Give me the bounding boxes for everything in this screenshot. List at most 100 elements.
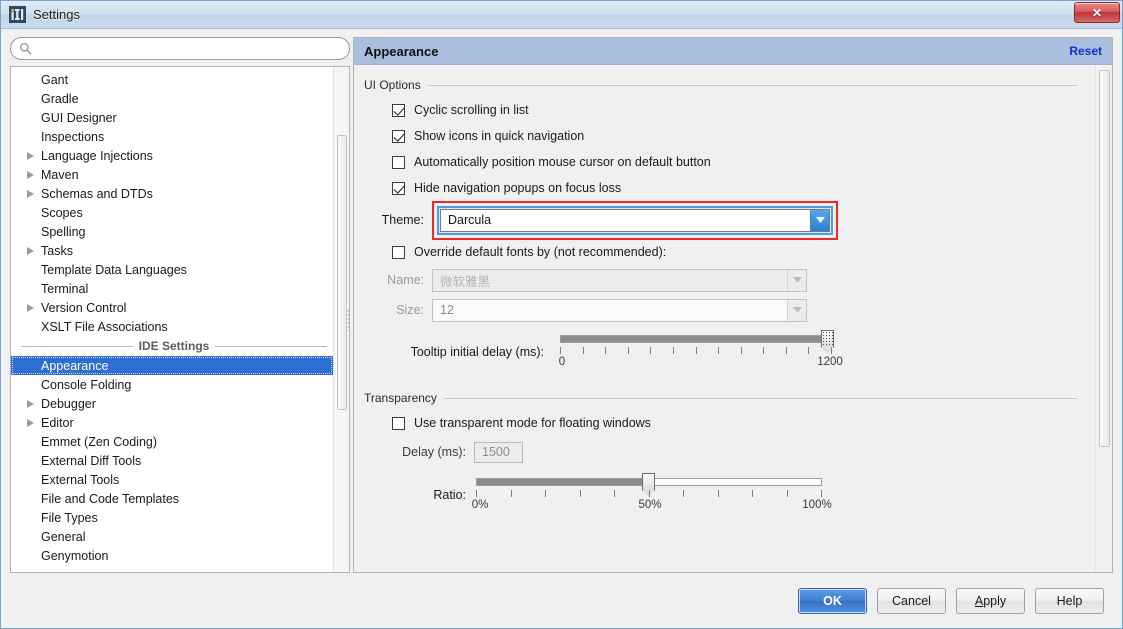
- slider-tick: [752, 490, 753, 497]
- sidebar-item-emmet-zen-coding[interactable]: Emmet (Zen Coding): [11, 432, 333, 451]
- sidebar-item-label: XSLT File Associations: [38, 320, 168, 334]
- sidebar-item-scopes[interactable]: Scopes: [11, 203, 333, 222]
- pane-splitter[interactable]: [345, 66, 352, 573]
- checkbox-hide-nav-popups[interactable]: [392, 182, 405, 195]
- checkbox-row-transparent-mode[interactable]: Use transparent mode for floating window…: [364, 410, 1095, 436]
- dialog-content: Gant Gradle GUI Designer Inspections Languag…: [1, 29, 1122, 628]
- ok-button[interactable]: OK: [798, 588, 867, 614]
- sidebar-item-version-control[interactable]: Version Control: [11, 298, 333, 317]
- settings-navigation-pane: Gant Gradle GUI Designer Inspections Languag…: [10, 37, 350, 573]
- checkbox-row-cyclic-scrolling[interactable]: Cyclic scrolling in list: [364, 97, 1095, 123]
- page-title: Appearance: [364, 44, 438, 59]
- sidebar-item-label: Schemas and DTDs: [38, 187, 153, 201]
- checkbox-cyclic-scrolling[interactable]: [392, 104, 405, 117]
- font-name-row: Name: 微软雅黑: [364, 265, 1095, 295]
- checkbox-override-fonts[interactable]: [392, 246, 405, 259]
- sidebar-item-schemas-and-dtds[interactable]: Schemas and DTDs: [11, 184, 333, 203]
- expand-arrow-icon[interactable]: [23, 152, 38, 160]
- chevron-down-icon: [787, 270, 806, 291]
- sidebar-item-label: File and Code Templates: [38, 492, 179, 506]
- sidebar-item-external-diff-tools[interactable]: External Diff Tools: [11, 451, 333, 470]
- checkbox-row-auto-position-cursor[interactable]: Automatically position mouse cursor on d…: [364, 149, 1095, 175]
- sidebar-item-label: Gradle: [38, 92, 79, 106]
- expand-arrow-icon[interactable]: [23, 247, 38, 255]
- sidebar-item-label: Maven: [38, 168, 79, 182]
- sidebar-item-label: External Tools: [38, 473, 119, 487]
- checkbox-show-icons[interactable]: [392, 130, 405, 143]
- chevron-down-icon[interactable]: [810, 210, 829, 231]
- expand-arrow-icon[interactable]: [23, 304, 38, 312]
- tooltip-delay-slider-handle[interactable]: [821, 330, 834, 348]
- panel-scrollbar[interactable]: [1095, 66, 1112, 572]
- checkbox-row-show-icons[interactable]: Show icons in quick navigation: [364, 123, 1095, 149]
- sidebar-item-genymotion[interactable]: Genymotion: [11, 546, 333, 565]
- ratio-max-label: 100%: [802, 499, 831, 511]
- checkbox-row-hide-nav-popups[interactable]: Hide navigation popups on focus loss: [364, 175, 1095, 201]
- sidebar-item-template-data-languages[interactable]: Template Data Languages: [11, 260, 333, 279]
- theme-label: Theme:: [364, 213, 432, 227]
- sidebar-item-spelling[interactable]: Spelling: [11, 222, 333, 241]
- cancel-button[interactable]: Cancel: [877, 588, 946, 614]
- ratio-mid-label: 50%: [638, 499, 661, 511]
- tooltip-delay-max-label: 1200: [817, 356, 843, 368]
- checkbox-label-show-icons: Show icons in quick navigation: [414, 129, 584, 143]
- checkbox-transparent-mode[interactable]: [392, 417, 405, 430]
- tooltip-delay-slider-track[interactable]: [560, 335, 832, 343]
- sidebar-item-inspections[interactable]: Inspections: [11, 127, 333, 146]
- dialog-footer: OK Cancel Apply Help: [1, 574, 1122, 628]
- apply-button[interactable]: Apply: [956, 588, 1025, 614]
- sidebar-item-xslt-file-associations[interactable]: XSLT File Associations: [11, 317, 333, 336]
- font-name-value: 微软雅黑: [433, 271, 787, 290]
- sidebar-item-editor[interactable]: Editor: [11, 413, 333, 432]
- ratio-slider-handle[interactable]: [642, 473, 655, 491]
- expand-arrow-icon[interactable]: [23, 419, 38, 427]
- sidebar-item-label: GUI Designer: [38, 111, 117, 125]
- panel-scrollbar-thumb[interactable]: [1099, 70, 1110, 447]
- search-box[interactable]: [10, 37, 350, 60]
- ui-options-group: UI Options Cyclic scrolling in list Show…: [364, 78, 1095, 377]
- sidebar-item-gui-designer[interactable]: GUI Designer: [11, 108, 333, 127]
- sidebar-item-file-and-code-templates[interactable]: File and Code Templates: [11, 489, 333, 508]
- expand-arrow-icon[interactable]: [23, 400, 38, 408]
- search-input[interactable]: [32, 39, 349, 58]
- expand-arrow-icon[interactable]: [23, 190, 38, 198]
- slider-tick: [763, 347, 764, 354]
- font-size-label: Size:: [364, 303, 432, 317]
- sidebar-item-label: File Types: [38, 511, 98, 525]
- slider-tick: [545, 490, 546, 497]
- sidebar-item-tasks[interactable]: Tasks: [11, 241, 333, 260]
- close-button[interactable]: ✕: [1074, 2, 1120, 23]
- slider-tick: [649, 490, 650, 497]
- sidebar-item-external-tools[interactable]: External Tools: [11, 470, 333, 489]
- help-button[interactable]: Help: [1035, 588, 1104, 614]
- transparency-delay-label: Delay (ms):: [364, 445, 474, 459]
- sidebar-item-terminal[interactable]: Terminal: [11, 279, 333, 298]
- sidebar-item-maven[interactable]: Maven: [11, 165, 333, 184]
- sidebar-item-appearance[interactable]: Appearance: [11, 356, 333, 375]
- slider-tick: [718, 490, 719, 497]
- checkbox-row-override-fonts[interactable]: Override default fonts by (not recommend…: [364, 239, 1095, 265]
- expand-arrow-icon[interactable]: [23, 171, 38, 179]
- slider-tick: [614, 490, 615, 497]
- slider-tick: [605, 347, 606, 354]
- sidebar-item-debugger[interactable]: Debugger: [11, 394, 333, 413]
- sidebar-separator-label: IDE Settings: [139, 339, 210, 353]
- sidebar-item-gant[interactable]: Gant: [11, 70, 333, 89]
- font-size-value: 12: [433, 303, 787, 317]
- sidebar-item-label: Template Data Languages: [38, 263, 187, 277]
- checkbox-auto-position-cursor[interactable]: [392, 156, 405, 169]
- sidebar-item-console-folding[interactable]: Console Folding: [11, 375, 333, 394]
- ratio-slider-ticks: [476, 490, 822, 497]
- separator-rule-left: [21, 346, 133, 347]
- panel-body: UI Options Cyclic scrolling in list Show…: [354, 66, 1095, 572]
- sidebar-item-gradle[interactable]: Gradle: [11, 89, 333, 108]
- sidebar-item-label: Genymotion: [38, 549, 108, 563]
- sidebar-item-label: Tasks: [38, 244, 73, 258]
- sidebar-item-label: Emmet (Zen Coding): [38, 435, 157, 449]
- sidebar-item-label: Language Injections: [38, 149, 153, 163]
- reset-link[interactable]: Reset: [1069, 44, 1102, 58]
- sidebar-item-general[interactable]: General: [11, 527, 333, 546]
- theme-dropdown[interactable]: Darcula: [440, 209, 830, 232]
- sidebar-item-language-injections[interactable]: Language Injections: [11, 146, 333, 165]
- sidebar-item-file-types[interactable]: File Types: [11, 508, 333, 527]
